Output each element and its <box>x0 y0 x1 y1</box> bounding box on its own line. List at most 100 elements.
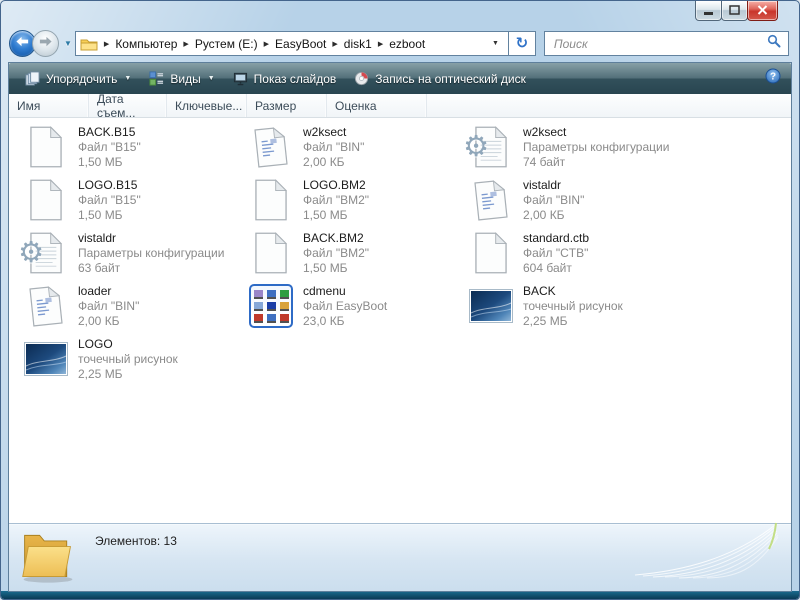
swoosh-decoration <box>627 519 787 586</box>
file-blank-icon <box>248 230 294 276</box>
file-labels: standard.ctbФайл "CTB"604 байт <box>523 230 589 276</box>
breadcrumb-arrow-icon: ▶ <box>260 40 273 48</box>
file-item[interactable]: LOGO.BM2Файл "BM2"1,50 МБ <box>246 176 466 229</box>
file-labels: LOGO.B15Файл "B15"1,50 МБ <box>78 177 141 223</box>
column-header[interactable]: Размер <box>247 94 327 117</box>
file-name: BACK <box>523 284 623 299</box>
window-controls <box>696 1 778 21</box>
file-name: LOGO.BM2 <box>303 178 369 193</box>
breadcrumb-item[interactable]: disk1 <box>342 37 374 51</box>
file-type: Файл "CTB" <box>523 246 589 261</box>
file-labels: cdmenuФайл EasyBoot23,0 КБ <box>303 283 387 329</box>
close-icon <box>757 2 768 20</box>
file-labels: BACK.B15Файл "B15"1,50 МБ <box>78 124 141 170</box>
breadcrumb-item[interactable]: EasyBoot <box>273 37 328 51</box>
file-size: 2,00 КБ <box>303 155 364 170</box>
file-type: точечный рисунок <box>523 299 623 314</box>
file-size: 1,50 МБ <box>303 208 369 223</box>
file-type: Файл "BIN" <box>78 299 139 314</box>
refresh-button[interactable]: ↻ <box>509 31 536 56</box>
address-dropdown-icon[interactable]: ▼ <box>487 40 504 47</box>
gear-icon: ⚙ <box>463 133 489 162</box>
file-bin-icon <box>248 124 294 170</box>
file-item[interactable]: w2ksectФайл "BIN"2,00 КБ <box>246 123 466 176</box>
toolbar-button-label: Виды <box>170 72 200 86</box>
file-type: Файл "B15" <box>78 193 141 208</box>
forward-arrow-icon <box>38 34 53 54</box>
file-bitmap-icon <box>23 336 69 382</box>
help-button[interactable]: ? <box>762 67 784 91</box>
file-size: 63 байт <box>78 261 224 276</box>
column-header[interactable]: Ключевые... <box>167 94 247 117</box>
navigation-bar: ▼ ▶Компьютер▶Рустем (E:)▶EasyBoot▶disk1▶… <box>9 29 789 58</box>
column-header[interactable]: Дата съем... <box>89 94 167 117</box>
maximize-button[interactable] <box>721 1 748 21</box>
file-item[interactable]: ⚙ vistaldrПараметры конфигурации63 байт <box>21 229 246 282</box>
file-name: w2ksect <box>303 125 364 140</box>
file-item[interactable]: vistaldrФайл "BIN"2,00 КБ <box>466 176 791 229</box>
toolbar-button-burn-disc[interactable]: Запись на оптический диск <box>345 67 535 91</box>
toolbar-button-slideshow[interactable]: Показ слайдов <box>224 67 346 91</box>
organize-icon <box>25 71 40 86</box>
search-icon[interactable] <box>767 34 781 53</box>
folder-icon <box>80 37 98 51</box>
file-item[interactable]: loaderФайл "BIN"2,00 КБ <box>21 282 246 335</box>
file-size: 2,00 КБ <box>78 314 139 329</box>
forward-button[interactable] <box>32 30 59 57</box>
file-blank-icon <box>468 230 514 276</box>
breadcrumb-item[interactable]: ezboot <box>387 37 427 51</box>
column-header[interactable]: Оценка <box>327 94 427 117</box>
breadcrumb: ▶Компьютер▶Рустем (E:)▶EasyBoot▶disk1▶ez… <box>100 37 427 51</box>
address-bar[interactable]: ▶Компьютер▶Рустем (E:)▶EasyBoot▶disk1▶ez… <box>75 31 509 56</box>
file-name: BACK.BM2 <box>303 231 369 246</box>
maximize-icon <box>729 2 740 20</box>
file-size: 23,0 КБ <box>303 314 387 329</box>
column-header-label: Размер <box>255 99 296 113</box>
breadcrumb-arrow-icon: ▶ <box>328 40 341 48</box>
file-item[interactable]: LOGOточечный рисунок2,25 МБ <box>21 335 246 388</box>
refresh-icon: ↻ <box>516 36 529 51</box>
file-item[interactable]: LOGO.B15Файл "B15"1,50 МБ <box>21 176 246 229</box>
back-arrow-icon <box>15 34 30 54</box>
recent-pages-chevron-icon[interactable]: ▼ <box>64 39 72 48</box>
toolbar-button-label: Запись на оптический диск <box>375 72 526 86</box>
file-name: BACK.B15 <box>78 125 141 140</box>
file-labels: vistaldrПараметры конфигурации63 байт <box>78 230 224 276</box>
file-item[interactable]: cdmenuФайл EasyBoot23,0 КБ <box>246 282 466 335</box>
file-item[interactable]: BACKточечный рисунок2,25 МБ <box>466 282 791 335</box>
file-type: Файл "B15" <box>78 140 141 155</box>
file-item[interactable]: BACK.BM2Файл "BM2"1,50 МБ <box>246 229 466 282</box>
file-type: Файл "BM2" <box>303 193 369 208</box>
file-labels: BACK.BM2Файл "BM2"1,50 МБ <box>303 230 369 276</box>
file-item[interactable]: ⚙ w2ksectПараметры конфигурации74 байт <box>466 123 791 176</box>
file-labels: vistaldrФайл "BIN"2,00 КБ <box>523 177 584 223</box>
file-grid: BACK.B15Файл "B15"1,50 МБw2ksectФайл "BI… <box>9 118 791 388</box>
breadcrumb-item[interactable]: Компьютер <box>113 37 179 51</box>
search-input[interactable] <box>552 36 767 52</box>
minimize-button[interactable] <box>695 1 722 21</box>
file-bitmap-icon <box>468 283 514 329</box>
file-type: Параметры конфигурации <box>523 140 669 155</box>
column-header-label: Оценка <box>335 99 377 113</box>
toolbar-button-views[interactable]: Виды▼ <box>140 67 223 91</box>
file-size: 2,00 КБ <box>523 208 584 223</box>
burn-disc-icon <box>354 71 369 86</box>
file-type: Файл "BIN" <box>523 193 584 208</box>
file-name: w2ksect <box>523 125 669 140</box>
toolbar-items: Упорядочить▼Виды▼Показ слайдов Запись на … <box>16 67 535 91</box>
file-name: cdmenu <box>303 284 387 299</box>
file-blank-icon <box>23 124 69 170</box>
toolbar-button-organize[interactable]: Упорядочить▼ <box>16 67 140 91</box>
file-item[interactable]: BACK.B15Файл "B15"1,50 МБ <box>21 123 246 176</box>
file-item[interactable]: standard.ctbФайл "CTB"604 байт <box>466 229 791 282</box>
breadcrumb-arrow-icon: ▶ <box>179 40 192 48</box>
file-labels: w2ksectПараметры конфигурации74 байт <box>523 124 669 170</box>
gear-icon: ⚙ <box>18 239 44 268</box>
file-name: vistaldr <box>78 231 224 246</box>
column-header[interactable]: Имя <box>9 94 89 117</box>
file-size: 1,50 МБ <box>78 208 141 223</box>
details-pane: Элементов: 13 <box>9 523 791 591</box>
breadcrumb-item[interactable]: Рустем (E:) <box>193 37 260 51</box>
close-button[interactable] <box>747 1 778 21</box>
file-labels: w2ksectФайл "BIN"2,00 КБ <box>303 124 364 170</box>
